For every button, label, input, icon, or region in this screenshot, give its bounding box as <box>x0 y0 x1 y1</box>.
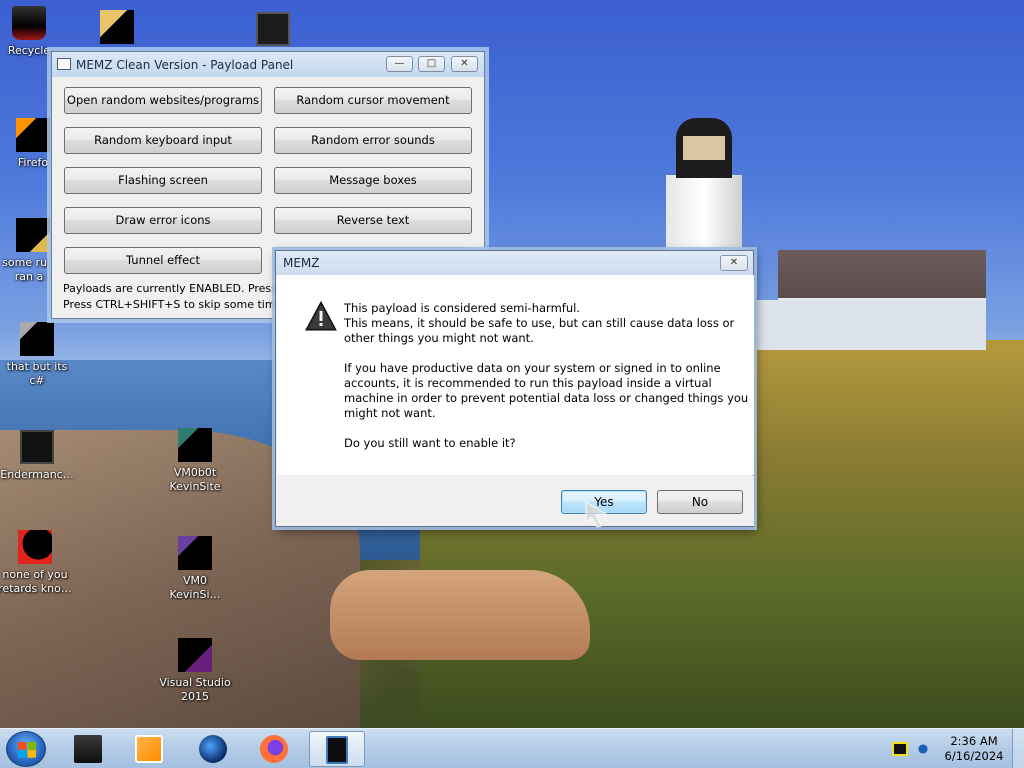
dialog-message-line: machine in order to prevent potential da… <box>344 391 749 405</box>
window-titlebar[interactable]: MEMZ Clean Version - Payload Panel — □ ✕ <box>52 52 484 77</box>
app-window-icon <box>20 430 54 464</box>
mouse-cursor-icon <box>585 501 608 528</box>
dialog-title: MEMZ <box>283 256 320 270</box>
dialog-message-line: If you have productive data on your syst… <box>344 361 721 375</box>
payload-status-text: Payloads are currently ENABLED. Press SH… <box>63 282 299 295</box>
desktop-icon-opera[interactable]: none of you retards kno… <box>0 530 74 596</box>
app-window-icon <box>256 12 290 46</box>
desktop-icon-label: VM0b0t KevinSite <box>169 466 221 493</box>
taskbar-clock[interactable]: 2:36 AM 6/16/2024 <box>944 734 1004 764</box>
vm-shortcut-icon <box>178 428 212 462</box>
clock-time: 2:36 AM <box>950 734 998 748</box>
desktop-icon-endermanch[interactable]: Endermanc… <box>0 430 76 482</box>
vm-shortcut-icon <box>178 536 212 570</box>
desktop-icon-app[interactable] <box>234 12 312 50</box>
opera-shortcut-icon <box>18 530 52 564</box>
dialog-body: This payload is considered semi-harmful.… <box>277 275 754 475</box>
payload-button-message-boxes[interactable]: Message boxes <box>274 167 472 194</box>
dialog-question: Do you still want to enable it? <box>344 436 516 450</box>
window-app-icon <box>57 58 71 70</box>
start-button[interactable] <box>6 731 46 767</box>
window-title: MEMZ Clean Version - Payload Panel <box>76 58 294 72</box>
recycle-bin-icon <box>12 6 46 40</box>
firefox-shortcut-icon <box>16 118 50 152</box>
close-button[interactable]: ✕ <box>451 56 478 72</box>
globe-icon <box>199 735 227 763</box>
taskbar-media-player[interactable] <box>121 731 177 767</box>
no-button[interactable]: No <box>657 490 743 514</box>
desktop-icon-label: Visual Studio 2015 <box>159 676 231 703</box>
folder-files-icon <box>100 10 134 44</box>
network-icon[interactable] <box>915 742 931 756</box>
desktop-icon-label: VM0 KevinSi… <box>169 574 221 601</box>
taskbar-memz-panel[interactable] <box>309 731 365 767</box>
payload-hint-text: Press CTRL+SHIFT+S to skip some time (ma… <box>63 298 311 311</box>
wallpaper-house <box>756 300 986 350</box>
dialog-message-line: This means, it should be safe to use, bu… <box>344 316 735 330</box>
taskbar: 2:36 AM 6/16/2024 <box>0 728 1024 768</box>
desktop-icon-label: none of you retards kno… <box>0 568 72 595</box>
taskbar-globe[interactable] <box>185 731 241 767</box>
payload-button-tunnel-effect[interactable]: Tunnel effect <box>64 247 262 274</box>
desktop-icon-label: that but its c# <box>6 360 68 387</box>
payload-button-open-websites[interactable]: Open random websites/programs <box>64 87 262 114</box>
wallpaper-rocks <box>330 570 590 660</box>
taskbar-firefox[interactable] <box>246 731 302 767</box>
dialog-titlebar[interactable]: MEMZ ✕ <box>276 251 753 275</box>
desktop-icon-label: Endermanc… <box>0 468 74 481</box>
app-window-icon <box>74 735 102 763</box>
payload-button-cursor-movement[interactable]: Random cursor movement <box>274 87 472 114</box>
visual-studio-icon <box>178 638 212 672</box>
payload-button-error-icons[interactable]: Draw error icons <box>64 207 262 234</box>
memz-warning-dialog: MEMZ ✕ This payload is considered semi-h… <box>275 250 754 527</box>
taskbar-app-window[interactable] <box>60 731 116 767</box>
desktop-icon-visual-studio[interactable]: Visual Studio 2015 <box>156 638 234 704</box>
firefox-icon <box>260 735 288 763</box>
windows-start-icon <box>18 742 36 758</box>
tray-flag-icon[interactable] <box>892 742 908 756</box>
memz-panel-icon <box>326 736 348 764</box>
desktop-icon-vm0b0t[interactable]: VM0b0t KevinSite <box>156 428 234 494</box>
payload-button-keyboard-input[interactable]: Random keyboard input <box>64 127 262 154</box>
dialog-message-line: This payload is considered semi-harmful. <box>344 301 580 315</box>
warning-icon <box>305 301 337 331</box>
dialog-message-line: accounts, it is recommended to run this … <box>344 376 712 390</box>
payload-button-reverse-text[interactable]: Reverse text <box>274 207 472 234</box>
shortcut-icon <box>16 218 50 252</box>
payload-button-error-sounds[interactable]: Random error sounds <box>274 127 472 154</box>
maximize-button[interactable]: □ <box>418 56 445 72</box>
payload-button-flashing-screen[interactable]: Flashing screen <box>64 167 262 194</box>
clock-date: 6/16/2024 <box>944 749 1004 763</box>
stacked-windows-icon <box>20 322 54 356</box>
dialog-message-line: might not want. <box>344 406 436 420</box>
media-player-icon <box>135 735 163 763</box>
dialog-message-line: other things you might not want. <box>344 331 534 345</box>
desktop-icon-vm0[interactable]: VM0 KevinSi… <box>156 536 234 602</box>
wallpaper-lighthouse-lamp <box>683 136 725 160</box>
show-desktop-button[interactable] <box>1012 729 1024 768</box>
desktop-icon-stacked[interactable]: that but its c# <box>0 322 76 388</box>
minimize-button[interactable]: — <box>386 56 413 72</box>
dialog-close-button[interactable]: ✕ <box>720 255 748 271</box>
desktop-icon-folder[interactable] <box>78 10 156 48</box>
